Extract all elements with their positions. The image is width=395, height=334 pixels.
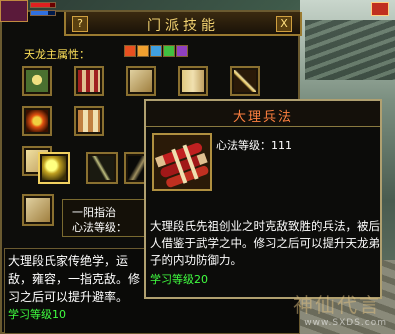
sword-skill-icon <box>234 70 256 92</box>
help-button[interactable]: ? <box>72 16 88 32</box>
panel-title-bar: 门派技能 <box>64 12 302 36</box>
book-skill-icon <box>182 70 204 92</box>
close-button[interactable]: X <box>276 16 292 32</box>
scroll-skill-2-icon <box>78 110 100 132</box>
hp-fill <box>31 3 51 7</box>
tooltip-level: 心法等级：111 <box>216 139 292 152</box>
skill-slot-2[interactable] <box>74 66 104 96</box>
skill-slot-5[interactable] <box>230 66 260 96</box>
tooltip-header: 大理兵法 <box>146 101 380 127</box>
main-attribute-label: 天龙主属性： <box>24 48 90 61</box>
scroll-open-icon <box>130 70 152 92</box>
fist-skill-icon <box>26 70 48 92</box>
skill-slot-3[interactable] <box>126 66 156 96</box>
mp-fill <box>31 11 48 15</box>
skill-slot-7[interactable] <box>74 106 104 136</box>
background-roof <box>305 20 395 80</box>
hp-bar <box>30 2 56 8</box>
avatar[interactable] <box>0 0 28 22</box>
poison-icon <box>176 45 188 57</box>
fire-alt-icon <box>137 45 149 57</box>
lightning-skill-icon <box>90 156 114 180</box>
skill-slot-1[interactable] <box>22 66 52 96</box>
description-text: 大理段氏家传绝学，运敌，雍容，一指克敌。修习之后可以提升避率。 <box>8 254 141 304</box>
panel-title: 门派技能 <box>147 18 219 34</box>
wood-icon <box>163 45 175 57</box>
mp-bar <box>30 10 56 16</box>
tooltip-scroll-icon <box>152 133 212 191</box>
finger-skill-icon <box>42 156 66 180</box>
element-icons <box>124 45 188 57</box>
fire-skill-icon <box>26 110 48 132</box>
fire-icon <box>124 45 136 57</box>
tooltip-title: 大理兵法 <box>232 110 293 125</box>
watermark-url: www.SXDS.com <box>304 318 387 328</box>
scroll-selected-icon <box>26 198 50 222</box>
watermark-logo: 神仙代言 <box>293 293 381 317</box>
description-learn-level: 学习等级10 <box>8 308 66 321</box>
selected-skill-icon-slot[interactable] <box>22 194 54 226</box>
scroll-skill-icon <box>78 70 100 92</box>
scroll-bundle-icon <box>154 135 210 189</box>
skill-tooltip: 大理兵法 心法等级：111 大理段氏先祖创业之时克敌致胜的兵法，被后人借鉴于武学… <box>144 99 382 299</box>
skill-slot-4[interactable] <box>178 66 208 96</box>
skill-slot-6[interactable] <box>22 106 52 136</box>
lantern-icon <box>371 2 389 16</box>
tooltip-description: 大理段氏先祖创业之时克敌致胜的兵法，被后人借鉴于武学之中。修习之后可以提升天龙弟… <box>150 219 380 267</box>
skill-slot-9[interactable] <box>38 152 70 184</box>
tooltip-learn-level: 学习等级20 <box>150 273 208 286</box>
game-stage: 门派技能 ? X 天龙主属性： 一阳指治 心法等级： 大理段氏家传绝学，运敌，雍… <box>0 0 395 334</box>
water-icon <box>150 45 162 57</box>
skill-slot-10[interactable] <box>86 152 118 184</box>
